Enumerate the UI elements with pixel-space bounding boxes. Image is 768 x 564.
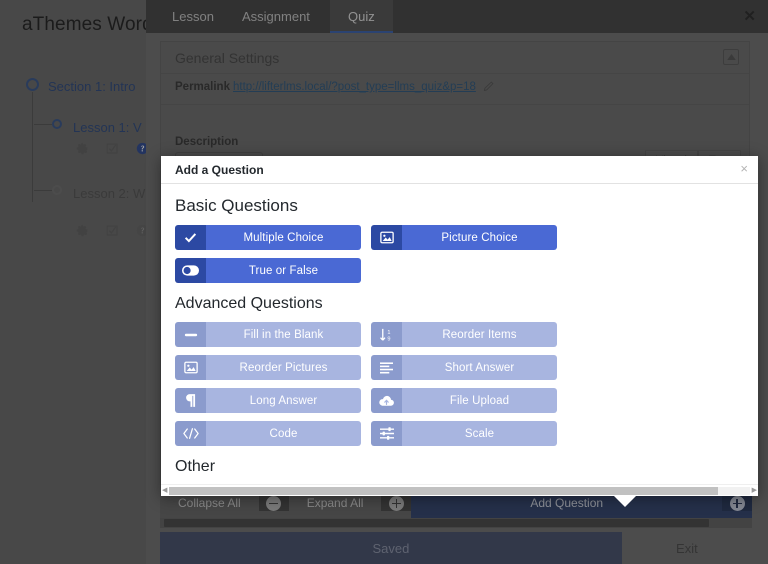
modal-header: Add a Question × (161, 156, 758, 184)
outline-connector (34, 190, 52, 191)
collapse-icon[interactable] (723, 49, 739, 65)
question-type-label: True or False (206, 258, 361, 283)
image-icon (371, 225, 402, 250)
question-type-label: Fill in the Blank (206, 322, 361, 347)
question-type-label: Long Answer (206, 388, 361, 413)
question-type-label: Scale (402, 421, 557, 446)
lesson-bullet-icon (52, 119, 62, 129)
outline-lesson-label: Lesson 1: V (73, 120, 142, 135)
align-left-icon (371, 355, 402, 380)
saved-button[interactable]: Saved (160, 532, 622, 564)
question-type-reorder-items[interactable]: 19 Reorder Items (371, 322, 557, 347)
collapse-all-label: Collapse All (178, 496, 241, 510)
sort-numeric-icon: 19 (371, 322, 402, 347)
outline-tree-spine (32, 92, 33, 202)
course-outline-sidebar: aThemes Word Section 1: Intro Lesson 1: … (0, 0, 160, 564)
question-type-label: Code (206, 421, 361, 446)
modal-horizontal-scrollbar[interactable]: ◀ ▶ (161, 484, 758, 496)
paragraph-icon (175, 388, 206, 413)
plus-circle-icon (381, 495, 412, 511)
lesson-bullet-icon (52, 185, 62, 195)
plus-circle-icon (722, 495, 752, 511)
question-type-label: Reorder Items (402, 322, 557, 347)
outline-item-lesson-1[interactable]: Lesson 1: V (52, 119, 142, 137)
builder-horizontal-scrollbar[interactable] (160, 518, 752, 528)
outline-lesson-label: Lesson 2: W (73, 186, 146, 201)
outline-item-section-1[interactable]: Section 1: Intro (26, 78, 135, 96)
advanced-questions-grid: Fill in the Blank 19 Reorder Items Reord… (175, 322, 744, 446)
checkbox-icon[interactable] (106, 142, 119, 155)
close-panel-button[interactable]: ✕ (743, 0, 756, 33)
scroll-left-icon[interactable]: ◀ (162, 487, 167, 495)
permalink-url[interactable]: http://lifterlms.local/?post_type=llms_q… (233, 81, 476, 93)
scrollbar-thumb[interactable] (164, 519, 709, 527)
description-label: Description (175, 136, 239, 148)
question-type-label: Reorder Pictures (206, 355, 361, 380)
question-type-label: File Upload (402, 388, 557, 413)
exit-button[interactable]: Exit (621, 532, 752, 564)
question-type-short-answer[interactable]: Short Answer (371, 355, 557, 380)
general-settings-title: General Settings (175, 50, 280, 66)
section-heading-basic: Basic Questions (175, 196, 298, 215)
check-icon (175, 225, 206, 250)
lesson-2-icon-row (76, 224, 149, 237)
expand-all-label: Expand All (306, 496, 364, 510)
outline-item-lesson-2[interactable]: Lesson 2: W (52, 185, 145, 203)
toggle-icon (175, 258, 206, 283)
svg-text:1: 1 (387, 329, 390, 335)
general-settings-header: General Settings (161, 42, 749, 74)
basic-questions-grid: Multiple Choice Picture Choice True or F… (175, 225, 744, 283)
question-type-fill-in-the-blank[interactable]: Fill in the Blank (175, 322, 361, 347)
add-question-modal: Add a Question × Basic Questions Multipl… (161, 156, 758, 496)
save-bar: Saved Exit (160, 532, 752, 564)
section-bullet-icon (26, 78, 39, 91)
question-type-picture-choice[interactable]: Picture Choice (371, 225, 557, 250)
question-type-file-upload[interactable]: File Upload (371, 388, 557, 413)
scroll-right-icon[interactable]: ▶ (752, 487, 757, 495)
add-question-label: Add Question (530, 496, 604, 510)
outline-section-label: Section 1: Intro (48, 79, 136, 94)
sliders-icon (371, 421, 402, 446)
cloud-upload-icon (371, 388, 402, 413)
tab-lesson[interactable]: Lesson (154, 0, 232, 33)
tab-quiz[interactable]: Quiz (330, 0, 393, 33)
question-type-code[interactable]: Code (175, 421, 361, 446)
gear-icon[interactable] (76, 142, 89, 155)
pencil-icon[interactable] (483, 81, 494, 95)
svg-text:9: 9 (387, 336, 390, 341)
modal-title: Add a Question (175, 163, 264, 177)
course-title: aThemes Word (22, 14, 153, 35)
question-type-scale[interactable]: Scale (371, 421, 557, 446)
gear-icon[interactable] (76, 224, 89, 237)
scrollbar-thumb[interactable] (169, 487, 719, 495)
minus-circle-icon (258, 495, 289, 511)
question-type-multiple-choice[interactable]: Multiple Choice (175, 225, 361, 250)
modal-pointer-caret (614, 496, 636, 507)
question-type-label: Short Answer (402, 355, 557, 380)
question-type-true-or-false[interactable]: True or False (175, 258, 361, 283)
permalink-label: Permalink (175, 81, 230, 93)
modal-body: Basic Questions Multiple Choice Picture … (161, 184, 758, 484)
lesson-1-icon-row (76, 142, 149, 155)
question-type-long-answer[interactable]: Long Answer (175, 388, 361, 413)
question-type-label: Picture Choice (402, 225, 557, 250)
question-type-reorder-pictures[interactable]: Reorder Pictures (175, 355, 361, 380)
permalink-row: Permalink http://lifterlms.local/?post_ty… (161, 74, 749, 105)
blank-icon (175, 322, 206, 347)
tab-assignment[interactable]: Assignment (224, 0, 328, 33)
tab-bar: Lesson Assignment Quiz ✕ (146, 0, 768, 33)
close-icon[interactable]: × (740, 162, 748, 175)
image-icon (175, 355, 206, 380)
code-icon (175, 421, 206, 446)
section-heading-advanced: Advanced Questions (175, 295, 323, 312)
section-heading-other: Other (175, 458, 216, 475)
question-type-label: Multiple Choice (206, 225, 361, 250)
outline-connector (34, 124, 52, 125)
checkbox-icon[interactable] (106, 224, 119, 237)
